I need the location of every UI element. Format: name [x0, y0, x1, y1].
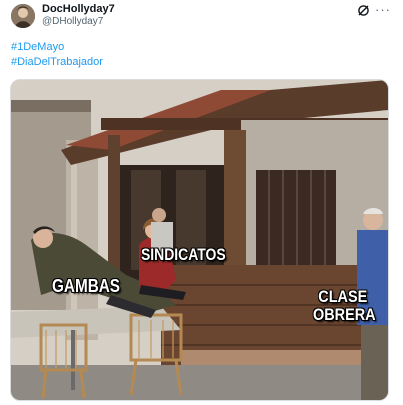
more-options-icon[interactable]: ··· [375, 3, 390, 17]
hashtag-link[interactable]: #DiaDelTrabajador [11, 56, 103, 68]
avatar[interactable] [11, 4, 35, 28]
meme-caption-left: GAMBAS [52, 276, 120, 296]
meme-caption-center: SINDICATOS [141, 245, 226, 264]
meme-photo [11, 80, 388, 400]
tweet-media-image[interactable] [10, 79, 389, 401]
user-handle[interactable]: @DHollyday7 [42, 16, 103, 27]
grok-icon[interactable] [356, 3, 370, 17]
hashtag-link[interactable]: #1DeMayo [11, 41, 64, 53]
display-name[interactable]: DocHollyday7 [42, 3, 115, 15]
meme-caption-right: CLASE OBRERA [313, 287, 376, 324]
